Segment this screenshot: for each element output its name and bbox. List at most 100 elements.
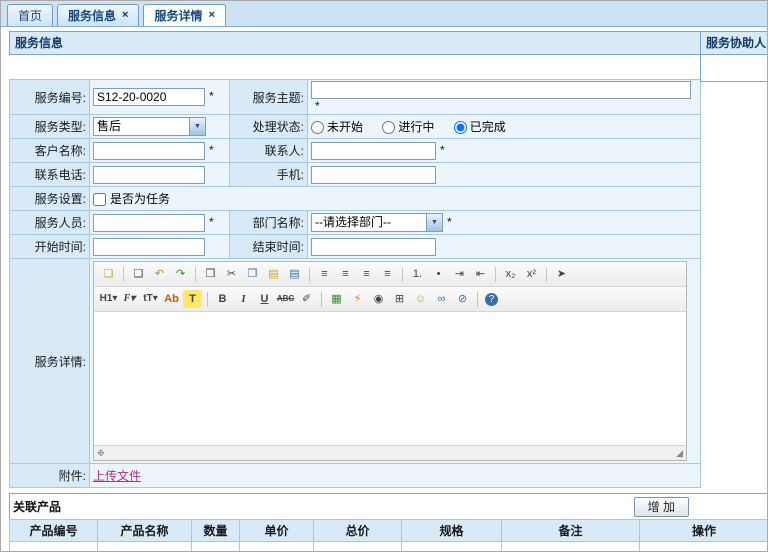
text-color-button[interactable]: Ab	[162, 290, 181, 308]
rich-text-editor: ❏❑↶↷❒✂❐▤▤≡≡≡≡1.•⇥⇤x₂x²➤ H1▾F▾tT▾AbTBIUAB…	[93, 261, 687, 461]
status-radio-not-started[interactable]	[311, 121, 324, 134]
editor-toolbar-row1: ❏❑↶↷❒✂❐▤▤≡≡≡≡1.•⇥⇤x₂x²➤	[94, 262, 686, 287]
row-attachment: 附件: 上传文件	[10, 464, 701, 488]
service-type-select[interactable]: 售后 ▼	[93, 117, 206, 136]
font-dropdown[interactable]: F▾	[120, 290, 139, 308]
tab-service-detail-label: 服务详情	[154, 7, 202, 24]
status-option-not-started[interactable]: 未开始	[311, 120, 363, 134]
is-task-checkbox-input[interactable]	[93, 193, 106, 206]
help-button[interactable]: ?	[485, 293, 498, 306]
department-select[interactable]: --请选择部门-- ▼	[311, 213, 443, 232]
toolbar-separator	[195, 267, 196, 282]
paste-word-icon[interactable]: ▤	[285, 265, 304, 283]
preview-icon[interactable]: ❑	[129, 265, 148, 283]
customer-input[interactable]	[93, 142, 205, 160]
assistant-input[interactable]	[700, 55, 768, 82]
table-row	[10, 542, 768, 552]
required-marker: *	[315, 99, 320, 113]
add-product-button[interactable]: 增 加	[634, 497, 689, 517]
editor-path-icon: ✥	[97, 449, 105, 458]
select-all-icon[interactable]: ➤	[552, 265, 571, 283]
is-task-checkbox[interactable]: 是否为任务	[93, 192, 170, 206]
flash-button[interactable]: ⚡	[348, 290, 367, 308]
outdent-icon[interactable]: ⇤	[471, 265, 490, 283]
unlink-button[interactable]: ⊘	[453, 290, 472, 308]
bold-button[interactable]: B	[213, 290, 232, 308]
status-radio-in-progress[interactable]	[382, 121, 395, 134]
mobile-input[interactable]	[311, 166, 436, 184]
align-justify-icon[interactable]: ≡	[378, 265, 397, 283]
redo-icon[interactable]: ↷	[171, 265, 190, 283]
row-type-status: 服务类型: 售后 ▼ 处理状态: 未开始 进行中 已完成	[10, 115, 701, 139]
required-marker: *	[209, 215, 214, 229]
tab-home[interactable]: 首页	[7, 4, 53, 26]
contact-field: *	[308, 139, 701, 163]
media-button[interactable]: ◉	[369, 290, 388, 308]
cut-icon[interactable]: ✂	[222, 265, 241, 283]
highlight-color-button[interactable]: T	[183, 290, 202, 308]
start-time-input[interactable]	[93, 238, 205, 256]
service-no-input[interactable]	[93, 88, 205, 106]
align-center-icon[interactable]: ≡	[336, 265, 355, 283]
status-label: 处理状态:	[230, 115, 308, 139]
emoticon-button[interactable]: ☺	[411, 290, 430, 308]
row-phone-mobile: 联系电话: 手机:	[10, 163, 701, 187]
remove-format-button[interactable]: ✐	[297, 290, 316, 308]
start-time-field	[90, 235, 230, 259]
table-button[interactable]: ⊞	[390, 290, 409, 308]
end-time-input[interactable]	[311, 238, 436, 256]
toolbar-separator	[402, 267, 403, 282]
row-settings: 服务设置: 是否为任务	[10, 187, 701, 211]
source-icon[interactable]: ❏	[99, 265, 118, 283]
copy-icon[interactable]: ❐	[243, 265, 262, 283]
subscript-icon[interactable]: x₂	[501, 265, 520, 283]
heading-dropdown[interactable]: H1▾	[99, 290, 118, 308]
product-column-header: 总价	[314, 520, 402, 542]
product-column-header: 操作	[640, 520, 768, 542]
superscript-icon[interactable]: x²	[522, 265, 541, 283]
status-option-label: 未开始	[327, 120, 363, 134]
bullet-list-icon[interactable]: •	[429, 265, 448, 283]
strikethrough-button[interactable]: ABC	[276, 290, 295, 308]
products-table: 产品编号产品名称数量单价总价规格备注操作	[9, 519, 768, 552]
assistant-label: 服务协助人	[700, 31, 768, 55]
subject-input[interactable]	[311, 81, 691, 99]
contact-label: 联系人:	[230, 139, 308, 163]
indent-icon[interactable]: ⇥	[450, 265, 469, 283]
status-option-completed[interactable]: 已完成	[454, 120, 506, 134]
status-radio-completed[interactable]	[454, 121, 467, 134]
fontsize-dropdown[interactable]: tT▾	[141, 290, 160, 308]
undo-icon[interactable]: ↶	[150, 265, 169, 283]
toolbar-separator	[546, 267, 547, 282]
product-column-header: 数量	[192, 520, 240, 542]
toolbar-separator	[477, 292, 478, 307]
phone-field	[90, 163, 230, 187]
image-button[interactable]: ▦	[327, 290, 346, 308]
tab-service-detail[interactable]: 服务详情 ×	[143, 4, 225, 26]
close-icon[interactable]: ×	[208, 10, 214, 21]
editor-content[interactable]	[94, 312, 686, 445]
print-icon[interactable]: ❒	[201, 265, 220, 283]
top-row: 服务编号: * 服务主题: * 服务类型: 售后	[9, 55, 768, 488]
close-icon[interactable]: ×	[122, 10, 128, 21]
phone-input[interactable]	[93, 166, 205, 184]
tab-service-info[interactable]: 服务信息 ×	[57, 4, 139, 26]
attachment-field: 上传文件	[90, 464, 701, 488]
product-cell	[640, 542, 768, 552]
numbered-list-icon[interactable]: 1.	[408, 265, 427, 283]
editor-resize-handle[interactable]: ◢	[676, 449, 683, 458]
italic-button[interactable]: I	[234, 290, 253, 308]
contact-input[interactable]	[311, 142, 436, 160]
align-left-icon[interactable]: ≡	[315, 265, 334, 283]
end-time-field	[308, 235, 701, 259]
link-button[interactable]: ∞	[432, 290, 451, 308]
upload-file-link[interactable]: 上传文件	[93, 469, 141, 483]
toolbar-separator	[123, 267, 124, 282]
align-right-icon[interactable]: ≡	[357, 265, 376, 283]
product-cell	[192, 542, 240, 552]
spacer	[9, 55, 701, 79]
status-option-in-progress[interactable]: 进行中	[382, 120, 434, 134]
underline-button[interactable]: U	[255, 290, 274, 308]
paste-icon[interactable]: ▤	[264, 265, 283, 283]
personnel-input[interactable]	[93, 214, 205, 232]
